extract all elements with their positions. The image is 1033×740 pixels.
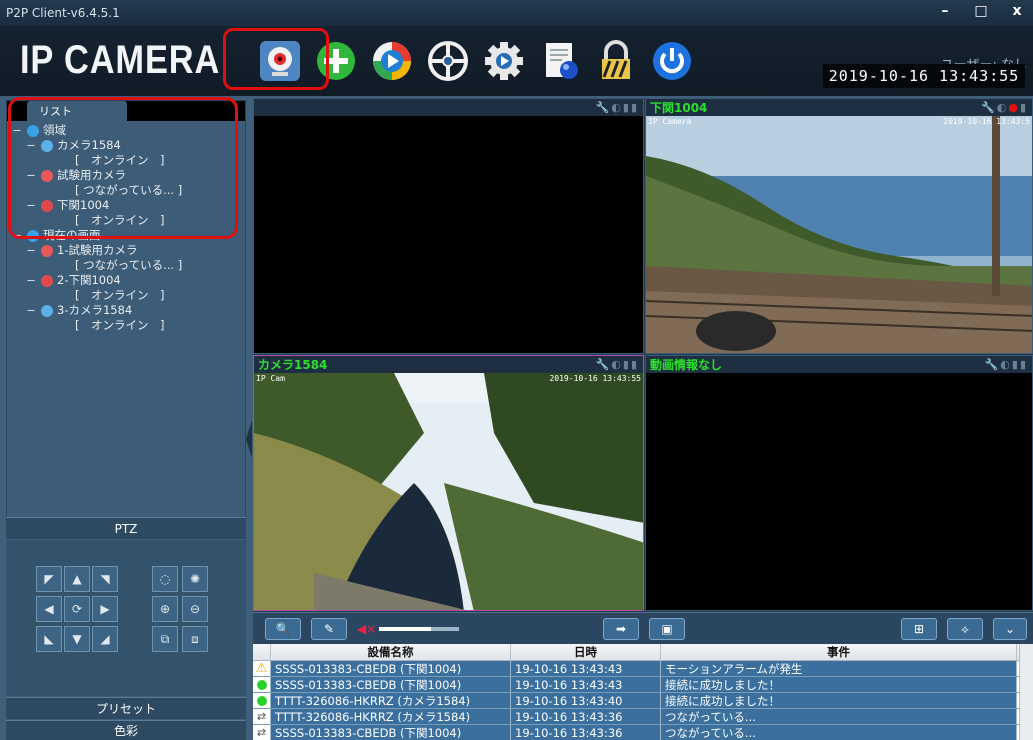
ptz-down-button[interactable]: ▼ (64, 626, 90, 652)
tree-status: [ オンライン ] (75, 213, 165, 227)
ok-icon (256, 695, 267, 706)
pane-tools-icon: 🔧◐●▮ (981, 101, 1028, 114)
ptz-up-button[interactable]: ▲ (64, 566, 90, 592)
snapshot-icon[interactable]: ▣ (649, 618, 685, 640)
tree-status: [ オンライン ] (75, 318, 165, 332)
volume-slider[interactable] (379, 627, 459, 631)
tree-status: [ オンライン ] (75, 153, 165, 167)
pane-title: 下関1004 (650, 101, 708, 115)
link-icon: ⇄ (256, 710, 267, 723)
video-pane-4[interactable]: 動画情報なし 🔧◐▮▮ (645, 355, 1033, 611)
table-row[interactable]: SSSS-013383-CBEDB (下関1004) 19-10-16 13:43… (253, 677, 1033, 693)
control-bar: 🔍 ✎ ◀× ➡ ▣ ⊞ ⟡ ⌄ (253, 612, 1033, 644)
focus-far-icon[interactable]: ✺ (182, 566, 208, 592)
search-icon[interactable]: 🔍 (265, 618, 301, 640)
tree-item-test-camera[interactable]: − 試験用カメラ (11, 168, 245, 183)
title-bar: P2P Client-v6.4.5.1 – □ x (0, 0, 1033, 26)
iris-open-icon[interactable]: ⧉ (152, 626, 178, 652)
tab-list[interactable]: リスト (27, 101, 127, 121)
tree-item-screen1[interactable]: −1-試験用カメラ (11, 243, 245, 258)
pane-title: 動画情報なし (650, 358, 723, 372)
table-scrollbar[interactable] (1019, 644, 1033, 740)
speaker-mute-icon[interactable]: ◀× (357, 622, 376, 636)
pane-tools-icon: 🔧◐▮▮ (595, 101, 639, 114)
power-icon[interactable] (644, 33, 700, 89)
pane-tools-icon: 🔧◐▮▮ (984, 358, 1028, 371)
video-pane-2[interactable]: 下関1004 🔧◐●▮ IP Camera 2019-10-16 13:43:5 (645, 98, 1033, 354)
column-datetime[interactable]: 日時 (511, 644, 661, 660)
column-event[interactable]: 事件 (661, 644, 1017, 660)
video-pane-3[interactable]: カメラ1584 🔧◐▮▮ IP Cam 2019-10-16 13:43:55 (253, 355, 644, 611)
tree-root-current-screen[interactable]: − 現在の画面 (11, 228, 245, 243)
pane-tools-icon: 🔧◐▮▮ (595, 358, 639, 371)
ok-icon (256, 679, 267, 690)
tree-item-camera1584[interactable]: − カメラ1584 (11, 138, 245, 153)
zoom-in-icon[interactable]: ⊕ (152, 596, 178, 622)
ptz-auto-button[interactable]: ⟳ (64, 596, 90, 622)
video-grid: 🔧◐▮▮ 下関1004 🔧◐●▮ IP Camera 2019-10-16 13… (253, 98, 1033, 612)
railway-sea-image (646, 116, 1032, 353)
table-row[interactable]: ⇄ TTTT-326086-HKRRZ (カメラ1584) 19-10-16 13… (253, 709, 1033, 725)
warning-icon: ⚠ (255, 661, 268, 676)
datetime-display: 2019-10-16 13:43:55 (823, 64, 1025, 88)
maximize-button[interactable]: □ (965, 0, 997, 22)
ptz-controls: ◤ ▲ ◥ ◀ ⟳ ▶ ◣ ▼ ◢ ◌ ✺ ⊕ ⊖ ⧉ ⧈ (6, 540, 246, 696)
window-title: P2P Client-v6.4.5.1 (6, 6, 120, 20)
settings-wheel-icon[interactable] (420, 33, 476, 89)
osd-label: IP Cam (256, 374, 285, 383)
log-icon[interactable] (532, 33, 588, 89)
osd-label: IP Camera (648, 117, 692, 126)
column-device[interactable]: 設備名称 (271, 644, 511, 660)
pane-title: カメラ1584 (258, 358, 328, 372)
event-log-table: 設備名称 日時 事件 ⚠ SSSS-013383-CBEDB (下関1004) 1… (253, 644, 1033, 740)
minimize-button[interactable]: – (929, 0, 961, 22)
microphone-icon[interactable]: ✎ (311, 618, 347, 640)
playback-icon[interactable] (364, 33, 420, 89)
app-logo: IP CAMERA (20, 38, 221, 82)
ptz-down-left-button[interactable]: ◣ (36, 626, 62, 652)
ptz-up-right-button[interactable]: ◥ (92, 566, 118, 592)
table-row[interactable]: ⇄ SSSS-013383-CBEDB (下関1004) 19-10-16 13:… (253, 725, 1033, 740)
osd-timestamp: 2019-10-16 13:43:5 (943, 117, 1030, 126)
tree-root-area[interactable]: − 領域 (11, 123, 245, 138)
iris-close-icon[interactable]: ⧈ (182, 626, 208, 652)
gear-icon[interactable] (476, 33, 532, 89)
tree-item-screen2[interactable]: −2-下関1004 (11, 273, 245, 288)
device-tree: − 領域 − カメラ1584 [ オンライン ] − 試験用カメラ [ つながっている… (7, 121, 245, 333)
ptz-up-left-button[interactable]: ◤ (36, 566, 62, 592)
ptz-right-button[interactable]: ▶ (92, 596, 118, 622)
tree-item-screen3[interactable]: −3-カメラ1584 (11, 303, 245, 318)
tree-item-shimonoseki1004[interactable]: − 下関1004 (11, 198, 245, 213)
fullscreen-icon[interactable]: ⟡ (947, 618, 983, 640)
table-row[interactable]: ⚠ SSSS-013383-CBEDB (下関1004) 19-10-16 13:… (253, 661, 1033, 677)
focus-near-icon[interactable]: ◌ (152, 566, 178, 592)
table-row[interactable]: TTTT-326086-HKRRZ (カメラ1584) 19-10-16 13:4… (253, 693, 1033, 709)
preset-header[interactable]: プリセット (6, 697, 246, 719)
toolbar (222, 26, 700, 96)
ptz-left-button[interactable]: ◀ (36, 596, 62, 622)
osd-timestamp: 2019-10-16 13:43:55 (549, 374, 641, 383)
add-icon[interactable] (308, 33, 364, 89)
video-pane-1[interactable]: 🔧◐▮▮ (253, 98, 644, 354)
layout-grid-icon[interactable]: ⊞ (901, 618, 937, 640)
link-icon: ⇄ (256, 726, 267, 739)
tree-status: [ つながっている... ] (75, 183, 183, 197)
panel-collapse-handle[interactable] (246, 420, 252, 458)
river-image (254, 373, 643, 610)
record-icon[interactable]: ➡ (603, 618, 639, 640)
device-panel: リスト − 領域 − カメラ1584 [ オンライン ] − 試験用カメラ [ つなが… (6, 100, 246, 520)
zoom-out-icon[interactable]: ⊖ (182, 596, 208, 622)
ptz-header[interactable]: PTZ (6, 517, 246, 539)
close-button[interactable]: x (1001, 0, 1033, 22)
tree-status: [ つながっている... ] (75, 258, 183, 272)
ptz-down-right-button[interactable]: ◢ (92, 626, 118, 652)
expand-down-icon[interactable]: ⌄ (993, 618, 1027, 640)
camera-icon[interactable] (252, 33, 308, 89)
color-header[interactable]: 色彩 (6, 720, 246, 740)
lock-icon[interactable] (588, 33, 644, 89)
app-window: P2P Client-v6.4.5.1 – □ x IP CAMERA 2019… (0, 0, 1033, 740)
tree-status: [ オンライン ] (75, 288, 165, 302)
table-header: 設備名称 日時 事件 (253, 644, 1033, 661)
